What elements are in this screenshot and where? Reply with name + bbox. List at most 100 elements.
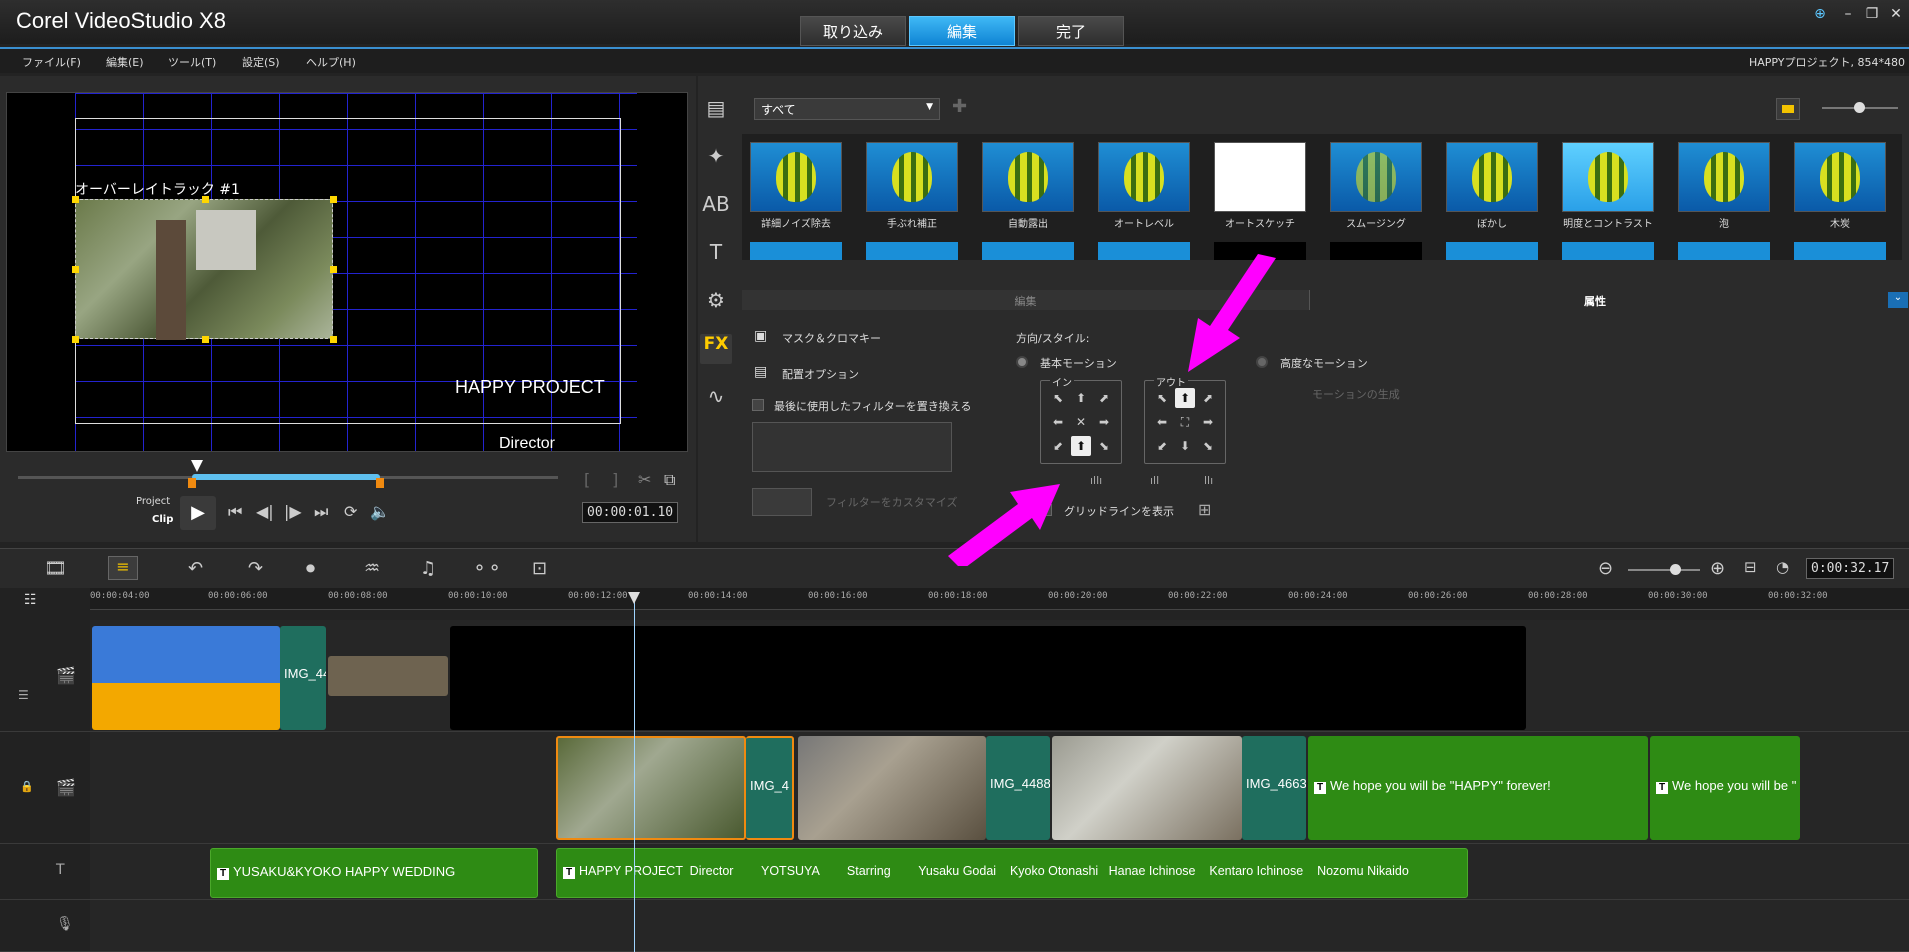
filter-thumb[interactable] [982,142,1074,212]
instant-project-icon[interactable]: ✦ [700,144,732,174]
zoom-in-icon[interactable]: ⊕ [1710,558,1725,579]
video-track-header[interactable]: 🎬 ☰ [0,620,90,732]
in-bottom-selected-icon[interactable]: ⬆ [1071,436,1091,456]
out-top-left-icon[interactable]: ⬉ [1154,390,1170,406]
video-clip-1[interactable]: IMG_44 [280,626,326,730]
repeat-icon[interactable]: ⟳ [344,502,357,521]
clip-mode-label[interactable]: Clip [152,514,173,525]
playhead-line[interactable] [634,592,635,952]
tab-capture[interactable]: 取り込み [800,16,906,46]
preview-timecode[interactable]: 00:00:01.10 [582,502,679,523]
storyboard-view-icon[interactable]: 🎞 [44,558,67,579]
transition-icon[interactable]: AB [700,192,732,222]
sound-mixer-icon[interactable]: ♒ [364,558,380,579]
mark-in-icon[interactable]: [ [584,470,590,489]
trim-out-marker[interactable] [376,478,384,488]
lock-icon[interactable]: 🔒 [20,780,34,793]
fit-project-icon[interactable]: ⊟ [1744,558,1757,576]
overlay-clip-1[interactable]: IMG_4 [746,736,794,840]
video-clip-thumb[interactable] [92,626,280,730]
project-mode-label[interactable]: Project [136,496,170,507]
replace-filter-checkbox[interactable] [752,399,764,411]
go-to-end-icon[interactable]: ⏭ [314,502,328,522]
menu-help[interactable]: ヘルプ(H) [306,54,356,70]
overlay-title-clip-1[interactable]: T We hope you will be "HAPPY" forever! [1308,736,1648,840]
tab-edit[interactable]: 編集 [909,16,1015,46]
out-bottom-icon[interactable]: ⬇ [1177,438,1193,454]
out-bottom-left-icon[interactable]: ⬋ [1154,438,1170,454]
overlay-clip-2[interactable]: IMG_4488 [986,736,1050,840]
trim-in-marker[interactable] [188,478,196,488]
timeline-view-icon[interactable]: ≡ [108,556,138,580]
menu-settings[interactable]: 設定(S) [242,54,280,70]
volume-icon[interactable]: 🔈 [370,502,390,521]
view-toggle-icon[interactable] [1776,98,1800,120]
collapse-options-icon[interactable]: ⌄ [1888,292,1908,308]
out-center-icon[interactable]: ⛶ [1177,414,1193,430]
motion-tracking-icon[interactable]: ⚬⚬ [472,558,502,579]
track-manager-icon[interactable]: ☷ [24,592,37,608]
filter-thumb[interactable] [1214,142,1306,212]
in-top-icon[interactable]: ⬆ [1073,390,1089,406]
menu-edit[interactable]: 編集(E) [106,54,144,70]
enlarge-icon[interactable]: ⧉ [664,470,675,490]
filter-thumb[interactable] [750,142,842,212]
close-icon[interactable]: ✕ [1886,6,1906,22]
record-capture-icon[interactable]: ⏺ [306,558,315,579]
voice-track-header[interactable]: 🎙 [0,900,90,952]
in-bottom-right-icon[interactable]: ⬊ [1096,438,1112,454]
overlay-clip-3[interactable]: IMG_4663 [1242,736,1306,840]
fade-out-icon[interactable]: llı [1204,474,1213,487]
previous-frame-icon[interactable]: ◀| [256,502,274,521]
overlay-clip-preview[interactable] [75,199,333,340]
out-bottom-right-icon[interactable]: ⬊ [1200,438,1216,454]
overlay-title-clip-2[interactable]: T We hope you will be " [1650,736,1800,840]
undo-icon[interactable]: ↶ [188,558,203,579]
overlay-clip-thumb-2[interactable] [798,736,986,840]
in-left-icon[interactable]: ⬅ [1050,414,1066,430]
media-library-icon[interactable]: ▤ [700,96,732,126]
minimize-icon[interactable]: – [1838,6,1858,22]
title-track-header[interactable]: T [0,844,90,900]
trim-selection[interactable] [192,474,380,480]
filter-list[interactable] [752,422,952,472]
tab-share[interactable]: 完了 [1018,16,1124,46]
thumbnail-size-slider[interactable] [1822,102,1898,113]
placement-option[interactable]: 配置オプション [782,366,859,382]
pause-duration-icon[interactable]: ıllı [1090,474,1102,487]
tab-options-attributes[interactable]: 属性 [1310,290,1880,310]
transition-clip[interactable] [328,656,448,696]
zoom-slider[interactable] [1628,564,1700,575]
overlay-track-header[interactable]: 🎬 🔒 [0,732,90,844]
in-bottom-left-icon[interactable]: ⬋ [1050,438,1066,454]
subtitle-editor-icon[interactable]: ⊡ [532,558,547,579]
overlay-clip-thumb-selected[interactable] [556,736,746,840]
filter-thumb[interactable] [1678,142,1770,212]
auto-music-icon[interactable]: ♫ [420,558,436,579]
filter-thumb[interactable] [1330,142,1422,212]
graphics-icon[interactable]: ⚙ [700,288,732,318]
preset-dropdown[interactable] [752,488,812,516]
menu-file[interactable]: ファイル(F) [22,54,81,70]
out-top-right-icon[interactable]: ⬈ [1200,390,1216,406]
filter-thumb[interactable] [866,142,958,212]
globe-icon[interactable]: ⊕ [1810,6,1830,22]
title-clip-2[interactable]: T HAPPY PROJECT Director YOTSUYA Starring… [556,848,1468,898]
generate-motion-button[interactable]: モーションの生成 [1312,386,1400,402]
play-icon[interactable]: ▶ [180,496,216,530]
filter-fx-icon[interactable]: FX [700,334,732,364]
redo-icon[interactable]: ↷ [248,558,263,579]
cut-icon[interactable]: ✂ [638,470,651,489]
out-right-icon[interactable]: ➡ [1200,414,1216,430]
mark-out-icon[interactable]: ] [612,470,618,489]
restore-icon[interactable]: ❐ [1862,6,1882,22]
filter-thumb[interactable] [1098,142,1190,212]
mask-chroma-option[interactable]: マスク＆クロマキー [782,330,881,346]
in-top-right-icon[interactable]: ⬈ [1096,390,1112,406]
track-settings-icon[interactable]: ☰ [18,688,29,702]
filter-thumb[interactable] [1562,142,1654,212]
zoom-out-icon[interactable]: ⊖ [1598,558,1613,579]
in-top-left-icon[interactable]: ⬉ [1050,390,1066,406]
go-to-start-icon[interactable]: ⏮ [228,502,242,522]
menu-tools[interactable]: ツール(T) [168,54,216,70]
